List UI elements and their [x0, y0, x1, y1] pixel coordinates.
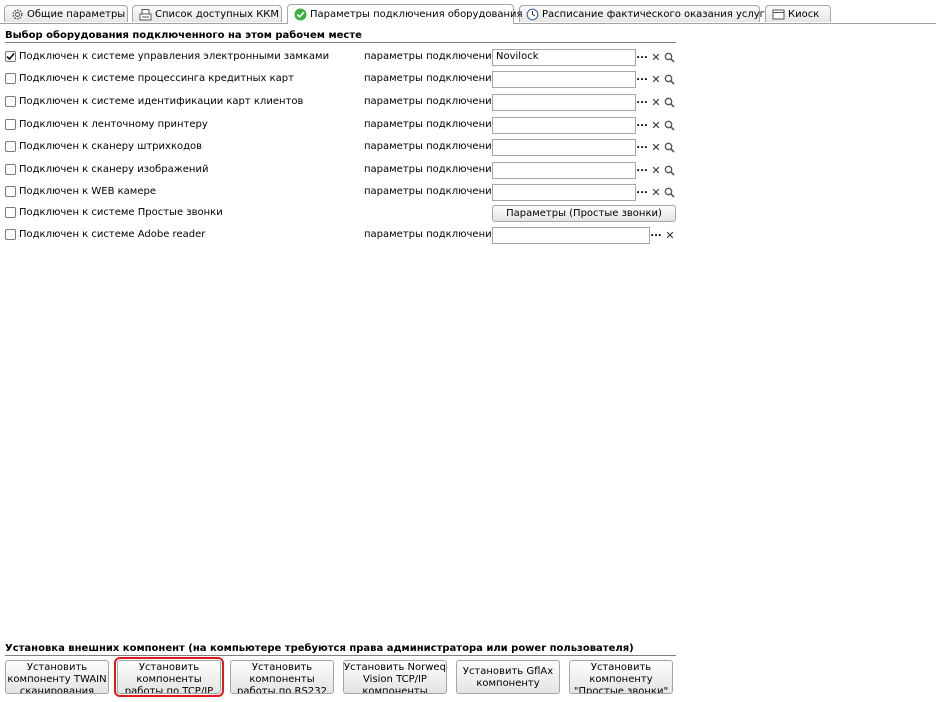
param-label: параметры подключения: — [364, 51, 501, 62]
device-row: Подключен к системе процессинга кредитны… — [5, 71, 681, 88]
clock-icon — [526, 8, 539, 21]
install-tcpip-button[interactable]: Установить компоненты работы по TCP/IP — [114, 657, 224, 697]
clear-icon[interactable]: ✕ — [649, 49, 663, 66]
select-button[interactable]: ... — [635, 184, 649, 201]
param-label: параметры подключения: — [364, 96, 501, 107]
param-label: параметры подключения: — [364, 229, 501, 240]
tab-label: Общие параметры — [27, 8, 126, 20]
device-row: Подключен к сканеру штрихкодов параметры… — [5, 139, 681, 156]
tab-label: Расписание фактического оказания услуг — [542, 8, 765, 20]
device-label: Подключен к системе идентификации карт к… — [19, 96, 304, 107]
simple-calls-params-button[interactable]: Параметры (Простые звонки) — [492, 205, 676, 222]
connection-params-field[interactable]: Novilock — [492, 49, 636, 66]
tab-label: Киоск — [788, 8, 820, 20]
install-twain-button[interactable]: Установить компоненту TWAIN сканирования — [5, 660, 109, 694]
open-icon[interactable] — [662, 71, 676, 88]
device-row: Подключен к сканеру изображений параметр… — [5, 162, 681, 179]
clear-icon[interactable]: ✕ — [649, 162, 663, 179]
clear-icon[interactable]: ✕ — [649, 184, 663, 201]
device-row: Подключен к системе идентификации карт к… — [5, 94, 681, 111]
adobe-checkbox[interactable] — [5, 229, 16, 240]
connection-params-field[interactable] — [492, 139, 636, 156]
device-row: Подключен к системе управления электронн… — [5, 49, 681, 66]
clear-icon[interactable]: ✕ — [663, 227, 677, 244]
select-button[interactable]: ... — [635, 117, 649, 134]
device-checkbox[interactable] — [5, 73, 16, 84]
check-circle-icon — [294, 8, 307, 21]
param-label: параметры подключения: — [364, 119, 501, 130]
connection-params-field[interactable] — [492, 71, 636, 88]
device-row: Подключен к WEB камере параметры подключ… — [5, 184, 681, 201]
device-label: Подключен к сканеру штрихкодов — [19, 141, 203, 152]
device-checkbox[interactable] — [5, 51, 16, 62]
open-icon[interactable] — [662, 117, 676, 134]
open-icon[interactable] — [662, 49, 676, 66]
param-label: параметры подключения: — [364, 73, 501, 84]
tab-schedule[interactable]: Расписание фактического оказания услуг — [519, 5, 765, 22]
clear-icon[interactable]: ✕ — [649, 139, 663, 156]
device-checkbox[interactable] — [5, 164, 16, 175]
equipment-section-title: Выбор оборудования подключенного на этом… — [5, 30, 362, 41]
tab-kkm-list[interactable]: Список доступных ККМ — [132, 5, 282, 22]
clear-icon[interactable]: ✕ — [649, 117, 663, 134]
param-label: параметры подключения: — [364, 186, 501, 197]
install-gflax-button[interactable]: Установить GflAx компоненту — [456, 660, 560, 694]
divider — [5, 42, 676, 43]
device-label: Подключен к сканеру изображений — [19, 164, 209, 175]
device-checkbox[interactable] — [5, 186, 16, 197]
device-label: Подключен к WEB камере — [19, 186, 157, 197]
select-button[interactable]: ... — [635, 49, 649, 66]
device-label: Подключен к системе Простые звонки — [19, 207, 223, 218]
connection-params-field[interactable] — [492, 117, 636, 134]
install-norweq-button[interactable]: Установить Norweq Vision TCP/IP компонен… — [343, 660, 447, 694]
tab-equipment[interactable]: Параметры подключения оборудования — [287, 4, 523, 24]
select-button[interactable]: ... — [635, 162, 649, 179]
open-icon[interactable] — [662, 139, 676, 156]
device-label: Подключен к системе управления электронн… — [19, 51, 330, 62]
tab-general[interactable]: Общие параметры — [4, 5, 128, 22]
device-label: Подключен к системе Adobe reader — [19, 229, 206, 240]
components-section-title: Установка внешних компонент (на компьюте… — [5, 643, 634, 654]
select-button[interactable]: ... — [649, 227, 663, 244]
device-checkbox[interactable] — [5, 141, 16, 152]
tab-label: Параметры подключения оборудования — [310, 9, 523, 20]
tab-bar: Общие параметры Список доступных ККМ Пар… — [0, 0, 936, 24]
simple-calls-checkbox[interactable] — [5, 207, 16, 218]
param-label: параметры подключения: — [364, 164, 501, 175]
device-row-simple-calls: Подключен к системе Простые звонки Парам… — [5, 205, 681, 222]
tab-kiosk[interactable]: Киоск — [765, 5, 831, 22]
gear-icon — [11, 8, 24, 21]
device-label: Подключен к системе процессинга кредитны… — [19, 73, 294, 84]
device-checkbox[interactable] — [5, 96, 16, 107]
param-label: параметры подключения: — [364, 141, 501, 152]
connection-params-field[interactable] — [492, 94, 636, 111]
select-button[interactable]: ... — [635, 94, 649, 111]
divider — [5, 655, 676, 656]
open-icon[interactable] — [662, 162, 676, 179]
open-icon[interactable] — [662, 94, 676, 111]
select-button[interactable]: ... — [635, 139, 649, 156]
device-row-adobe: Подключен к системе Adobe reader парамет… — [5, 227, 681, 244]
device-checkbox[interactable] — [5, 119, 16, 130]
open-icon[interactable] — [662, 184, 676, 201]
install-rs232-button[interactable]: Установить компоненты работы по RS232 — [230, 660, 334, 694]
clear-icon[interactable]: ✕ — [649, 94, 663, 111]
select-button[interactable]: ... — [635, 71, 649, 88]
connection-params-field[interactable] — [492, 227, 650, 244]
connection-params-field[interactable] — [492, 162, 636, 179]
install-simple-calls-button[interactable]: Установить компоненту "Простые звонки" — [569, 660, 673, 694]
device-row: Подключен к ленточному принтеру параметр… — [5, 117, 681, 134]
device-label: Подключен к ленточному принтеру — [19, 119, 208, 130]
tab-label: Список доступных ККМ — [155, 8, 280, 20]
register-icon — [139, 8, 152, 21]
clear-icon[interactable]: ✕ — [649, 71, 663, 88]
connection-params-field[interactable] — [492, 184, 636, 201]
window-icon — [772, 8, 785, 21]
